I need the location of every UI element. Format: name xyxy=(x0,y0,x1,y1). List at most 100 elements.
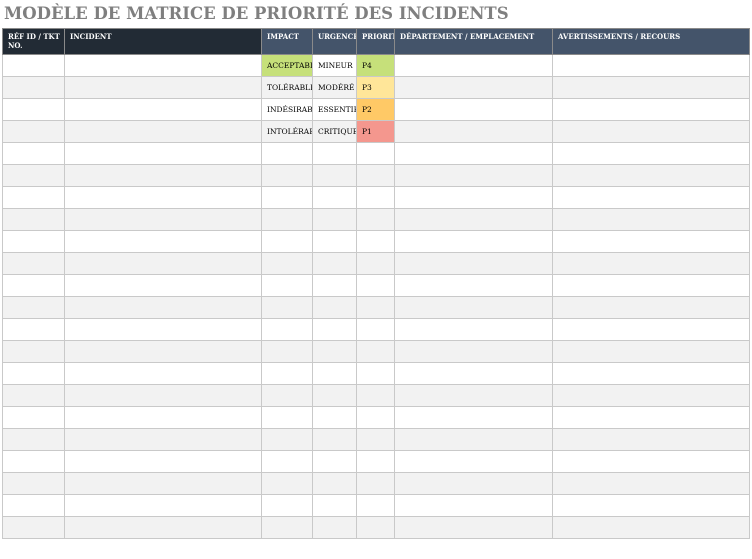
departement-cell[interactable] xyxy=(394,186,553,209)
ref-cell[interactable] xyxy=(2,494,65,517)
departement-cell[interactable] xyxy=(394,54,553,77)
avertissements-cell[interactable] xyxy=(552,208,750,231)
impact-cell[interactable] xyxy=(261,164,313,187)
impact-cell[interactable] xyxy=(261,142,313,165)
impact-cell[interactable] xyxy=(261,274,313,297)
priorite-cell[interactable] xyxy=(356,230,395,253)
incident-cell[interactable] xyxy=(64,296,262,319)
urgence-cell[interactable] xyxy=(312,362,357,385)
impact-cell[interactable]: INTOLÉRABLE xyxy=(261,120,313,143)
departement-cell[interactable] xyxy=(394,120,553,143)
ref-cell[interactable] xyxy=(2,120,65,143)
impact-cell[interactable]: TOLÉRABLE xyxy=(261,76,313,99)
incident-cell[interactable] xyxy=(64,274,262,297)
departement-cell[interactable] xyxy=(394,362,553,385)
avertissements-cell[interactable] xyxy=(552,54,750,77)
ref-cell[interactable] xyxy=(2,340,65,363)
incident-cell[interactable] xyxy=(64,98,262,121)
ref-cell[interactable] xyxy=(2,164,65,187)
ref-cell[interactable] xyxy=(2,516,65,539)
ref-cell[interactable] xyxy=(2,76,65,99)
priorite-cell[interactable]: P1 xyxy=(356,120,395,143)
ref-cell[interactable] xyxy=(2,142,65,165)
avertissements-cell[interactable] xyxy=(552,362,750,385)
avertissements-cell[interactable] xyxy=(552,274,750,297)
priorite-cell[interactable] xyxy=(356,362,395,385)
impact-cell[interactable] xyxy=(261,340,313,363)
priorite-cell[interactable] xyxy=(356,384,395,407)
ref-cell[interactable] xyxy=(2,318,65,341)
departement-cell[interactable] xyxy=(394,516,553,539)
impact-cell[interactable] xyxy=(261,450,313,473)
avertissements-cell[interactable] xyxy=(552,340,750,363)
priorite-cell[interactable] xyxy=(356,296,395,319)
ref-cell[interactable] xyxy=(2,230,65,253)
impact-cell[interactable] xyxy=(261,230,313,253)
urgence-cell[interactable] xyxy=(312,340,357,363)
avertissements-cell[interactable] xyxy=(552,186,750,209)
incident-cell[interactable] xyxy=(64,164,262,187)
impact-cell[interactable] xyxy=(261,406,313,429)
ref-cell[interactable] xyxy=(2,472,65,495)
departement-cell[interactable] xyxy=(394,252,553,275)
urgence-cell[interactable] xyxy=(312,142,357,165)
departement-cell[interactable] xyxy=(394,230,553,253)
priorite-cell[interactable] xyxy=(356,428,395,451)
ref-cell[interactable] xyxy=(2,450,65,473)
avertissements-cell[interactable] xyxy=(552,252,750,275)
departement-cell[interactable] xyxy=(394,98,553,121)
urgence-cell[interactable] xyxy=(312,296,357,319)
priorite-cell[interactable] xyxy=(356,252,395,275)
priorite-cell[interactable] xyxy=(356,450,395,473)
incident-cell[interactable] xyxy=(64,494,262,517)
departement-cell[interactable] xyxy=(394,428,553,451)
incident-cell[interactable] xyxy=(64,318,262,341)
priorite-cell[interactable] xyxy=(356,516,395,539)
impact-cell[interactable] xyxy=(261,516,313,539)
urgence-cell[interactable]: MODÉRÉ xyxy=(312,76,357,99)
incident-cell[interactable] xyxy=(64,384,262,407)
urgence-cell[interactable]: MINEUR xyxy=(312,54,357,77)
urgence-cell[interactable] xyxy=(312,318,357,341)
incident-cell[interactable] xyxy=(64,54,262,77)
departement-cell[interactable] xyxy=(394,472,553,495)
incident-cell[interactable] xyxy=(64,340,262,363)
ref-cell[interactable] xyxy=(2,296,65,319)
avertissements-cell[interactable] xyxy=(552,516,750,539)
avertissements-cell[interactable] xyxy=(552,472,750,495)
departement-cell[interactable] xyxy=(394,76,553,99)
priorite-cell[interactable]: P4 xyxy=(356,54,395,77)
departement-cell[interactable] xyxy=(394,406,553,429)
incident-cell[interactable] xyxy=(64,472,262,495)
impact-cell[interactable] xyxy=(261,428,313,451)
priorite-cell[interactable] xyxy=(356,208,395,231)
impact-cell[interactable] xyxy=(261,384,313,407)
avertissements-cell[interactable] xyxy=(552,494,750,517)
departement-cell[interactable] xyxy=(394,208,553,231)
incident-cell[interactable] xyxy=(64,142,262,165)
urgence-cell[interactable] xyxy=(312,208,357,231)
departement-cell[interactable] xyxy=(394,450,553,473)
avertissements-cell[interactable] xyxy=(552,384,750,407)
avertissements-cell[interactable] xyxy=(552,76,750,99)
ref-cell[interactable] xyxy=(2,428,65,451)
avertissements-cell[interactable] xyxy=(552,120,750,143)
avertissements-cell[interactable] xyxy=(552,296,750,319)
ref-cell[interactable] xyxy=(2,384,65,407)
header-ref-id[interactable]: RÉF ID / TKT NO. xyxy=(2,28,65,55)
urgence-cell[interactable]: ESSENTIEL xyxy=(312,98,357,121)
avertissements-cell[interactable] xyxy=(552,164,750,187)
avertissements-cell[interactable] xyxy=(552,318,750,341)
impact-cell[interactable] xyxy=(261,252,313,275)
incident-cell[interactable] xyxy=(64,252,262,275)
ref-cell[interactable] xyxy=(2,54,65,77)
incident-cell[interactable] xyxy=(64,450,262,473)
avertissements-cell[interactable] xyxy=(552,450,750,473)
priorite-cell[interactable]: P2 xyxy=(356,98,395,121)
impact-cell[interactable] xyxy=(261,208,313,231)
priorite-cell[interactable] xyxy=(356,340,395,363)
ref-cell[interactable] xyxy=(2,98,65,121)
incident-cell[interactable] xyxy=(64,516,262,539)
avertissements-cell[interactable] xyxy=(552,230,750,253)
priorite-cell[interactable] xyxy=(356,274,395,297)
